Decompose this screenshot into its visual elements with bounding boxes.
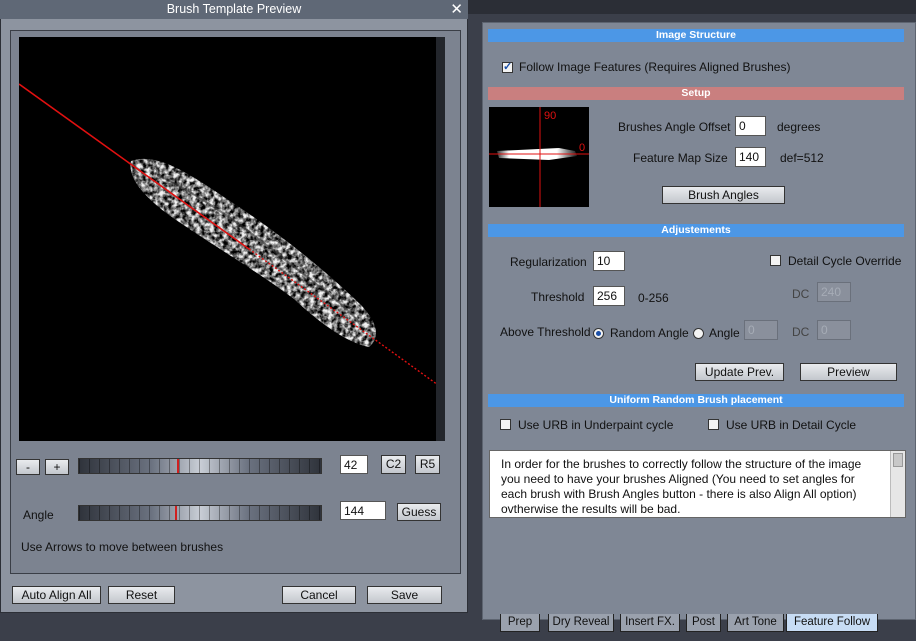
dialog-titlebar[interactable]: Brush Template Preview ✕ — [0, 0, 468, 19]
random-angle-radio[interactable] — [593, 328, 604, 339]
random-angle-label: Random Angle — [610, 326, 689, 340]
feature-map-size-label: Feature Map Size — [633, 151, 728, 165]
reset-button[interactable]: Reset — [108, 586, 175, 604]
dialog-title: Brush Template Preview — [166, 2, 302, 16]
tab-feature-follow[interactable]: Feature Follow — [786, 614, 878, 632]
dc-input-1[interactable]: 240 — [817, 282, 851, 302]
tab-art-tone[interactable]: Art Tone — [727, 614, 784, 632]
feature-map-size-input[interactable]: 140 — [735, 147, 766, 167]
save-button[interactable]: Save — [367, 586, 442, 604]
info-scrollbar[interactable] — [890, 451, 905, 517]
guess-button[interactable]: Guess — [397, 503, 441, 521]
brush-preview-graphic — [19, 83, 445, 391]
angle-radio[interactable] — [693, 328, 704, 339]
preview-button[interactable]: Preview — [800, 363, 897, 381]
previous-brush-button[interactable]: - — [16, 459, 40, 475]
tab-insert-fx[interactable]: Insert FX. — [620, 614, 680, 632]
angle-slider-ticks — [79, 506, 321, 520]
dc-input-2[interactable]: 0 — [817, 320, 851, 340]
next-brush-button[interactable]: + — [45, 459, 69, 475]
r5-button[interactable]: R5 — [415, 455, 440, 474]
c2-button[interactable]: C2 — [381, 455, 406, 474]
urb-underpaint-label: Use URB in Underpaint cycle — [518, 418, 674, 432]
info-scroll-thumb[interactable] — [893, 453, 903, 467]
angle-slider-handle[interactable] — [175, 506, 177, 520]
regularization-label: Regularization — [510, 255, 587, 269]
urb-header: Uniform Random Brush placement — [488, 394, 904, 407]
urb-detail-checkbox[interactable] — [708, 419, 719, 430]
brush-index-slider-ticks — [79, 459, 321, 473]
brush-index-input[interactable]: 42 — [340, 455, 368, 474]
angle-90-mark: 90 — [544, 110, 556, 122]
info-text: In order for the brushes to correctly fo… — [501, 457, 862, 516]
brushes-angle-offset-label: Brushes Angle Offset — [618, 120, 731, 134]
threshold-input[interactable]: 256 — [593, 286, 625, 306]
angle-slider[interactable] — [78, 505, 322, 521]
angle-label: Angle — [23, 508, 54, 522]
tab-post[interactable]: Post — [686, 614, 721, 632]
threshold-label: Threshold — [531, 290, 585, 304]
dc-label-2: DC — [792, 325, 810, 339]
angle-value-input[interactable]: 144 — [340, 501, 386, 520]
above-threshold-label: Above Threshold — [500, 325, 591, 339]
regularization-input[interactable]: 10 — [593, 251, 625, 271]
brush-angle-preview: 90 0 — [489, 107, 589, 207]
tab-prep[interactable]: Prep — [500, 614, 540, 632]
def-size-label: def=512 — [780, 151, 824, 165]
auto-align-all-button[interactable]: Auto Align All — [12, 586, 101, 604]
update-preview-button[interactable]: Update Prev. — [695, 363, 784, 381]
close-icon[interactable]: ✕ — [450, 0, 463, 19]
brush-index-slider[interactable] — [78, 458, 322, 474]
preview-canvas-edge — [436, 37, 445, 441]
brush-angle-preview-graphic: 90 0 — [489, 107, 589, 207]
detail-cycle-override-label: Detail Cycle Override — [788, 254, 902, 268]
urb-underpaint-checkbox[interactable] — [500, 419, 511, 430]
tab-strip: Prep Dry Reveal Insert FX. Post Art Tone… — [482, 614, 916, 632]
top-toolbar-strip — [466, 0, 916, 14]
cancel-button[interactable]: Cancel — [282, 586, 356, 604]
angle-input[interactable]: 0 — [744, 320, 778, 340]
setup-header: Setup — [488, 87, 904, 100]
urb-detail-label: Use URB in Detail Cycle — [726, 418, 857, 432]
threshold-range-label: 0-256 — [638, 291, 669, 305]
brushes-angle-offset-input[interactable]: 0 — [735, 116, 766, 136]
adjustments-header: Adjustements — [488, 224, 904, 237]
navigation-hint: Use Arrows to move between brushes — [21, 540, 224, 554]
brush-angles-button[interactable]: Brush Angles — [662, 186, 785, 204]
info-text-box[interactable]: In order for the brushes to correctly fo… — [489, 450, 906, 518]
angle-0-mark: 0 — [579, 142, 585, 154]
brush-index-slider-handle[interactable] — [177, 459, 179, 473]
image-structure-header: Image Structure — [488, 29, 904, 42]
follow-features-label: Follow Image Features (Requires Aligned … — [519, 60, 791, 74]
angle-option-label: Angle — [709, 326, 740, 340]
brush-preview-canvas[interactable] — [19, 37, 445, 441]
follow-features-checkbox[interactable] — [502, 60, 513, 73]
detail-cycle-override-checkbox[interactable] — [770, 255, 781, 266]
tab-dry-reveal[interactable]: Dry Reveal — [548, 614, 614, 632]
dc-label-1: DC — [792, 287, 810, 301]
degrees-label: degrees — [777, 120, 821, 134]
